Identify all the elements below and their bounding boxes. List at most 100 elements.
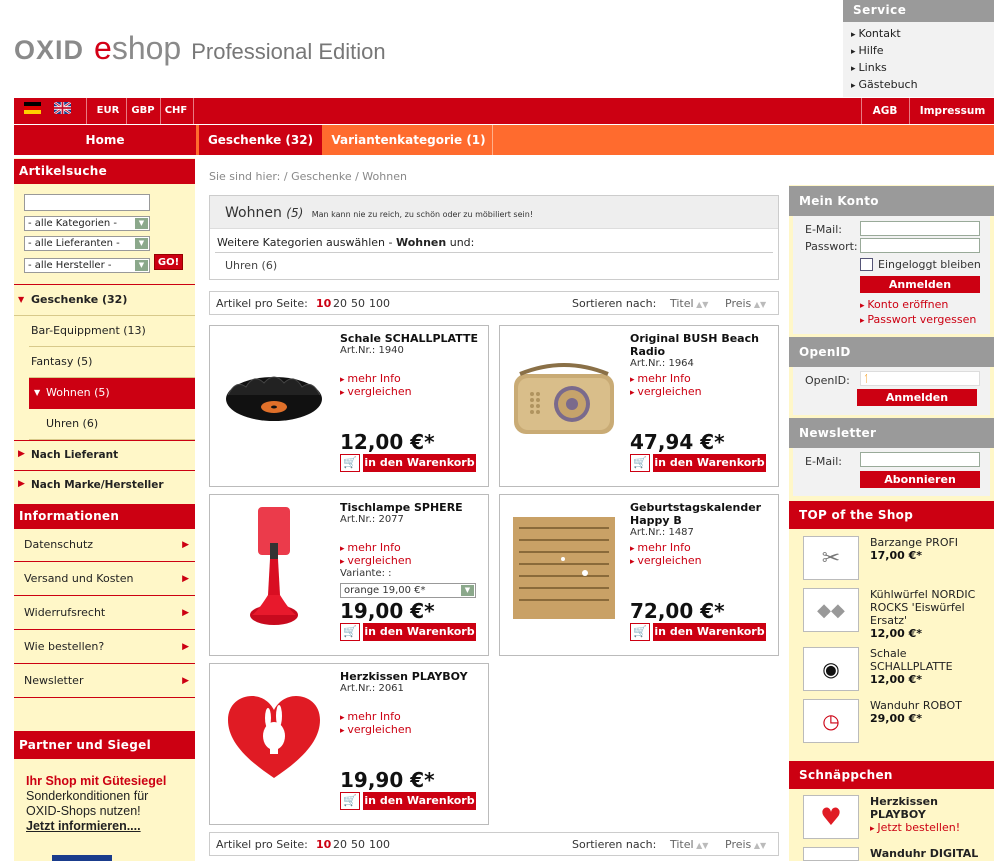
add-to-cart-button[interactable]: in den Warenkorb xyxy=(653,454,766,472)
sort-title[interactable]: Titel ▲▼ xyxy=(670,297,708,310)
product-title[interactable]: Herzkissen PLAYBOY xyxy=(340,670,485,683)
agb-link[interactable]: AGB xyxy=(862,98,908,124)
service-link-gaestebuch[interactable]: Gästebuch xyxy=(851,77,994,94)
german-flag-icon[interactable] xyxy=(24,102,41,114)
more-info-link[interactable]: mehr Info xyxy=(630,541,690,554)
sidebar-cat-bar-equippment[interactable]: Bar-Equippment (13) xyxy=(29,316,195,347)
search-input[interactable] xyxy=(24,194,150,211)
account-password-input[interactable] xyxy=(860,238,980,253)
product-image[interactable] xyxy=(218,503,330,633)
login-button[interactable]: Anmelden xyxy=(860,276,980,293)
cart-icon[interactable]: 🛒 xyxy=(340,623,360,641)
bargain-item-name[interactable]: Herzkissen PLAYBOY xyxy=(870,795,970,821)
account-email-input[interactable] xyxy=(860,221,980,236)
supplier-select[interactable]: - alle Lieferanten - ▼ xyxy=(24,236,150,251)
nav-home[interactable]: Home xyxy=(14,125,196,155)
more-info-link[interactable]: mehr Info xyxy=(340,372,400,385)
partner-link[interactable]: Jetzt informieren.... xyxy=(26,819,166,834)
product-image[interactable] xyxy=(508,334,620,464)
top-item-thumb[interactable]: ◆◆ xyxy=(803,588,859,632)
per-page-50[interactable]: 50 xyxy=(351,838,365,851)
compare-link[interactable]: vergleichen xyxy=(340,385,411,398)
openid-login-button[interactable]: Anmelden xyxy=(857,389,977,406)
info-link-versand[interactable]: Versand und Kosten ▶ xyxy=(14,562,195,596)
top-item-name[interactable]: Schale SCHALLPLATTE xyxy=(870,647,965,673)
category-select[interactable]: - alle Kategorien - ▼ xyxy=(24,216,150,231)
per-page-10[interactable]: 10 xyxy=(316,297,331,310)
variant-select[interactable]: orange 19,00 €* ▼ xyxy=(340,583,476,598)
info-link-newsletter[interactable]: Newsletter ▶ xyxy=(14,664,195,698)
currency-chf[interactable]: CHF xyxy=(162,98,190,124)
info-link-widerrufsrecht[interactable]: Widerrufsrecht ▶ xyxy=(14,596,195,630)
product-title[interactable]: Geburtstagskalender Happy B xyxy=(630,501,775,527)
product-image[interactable] xyxy=(508,503,620,633)
sort-price[interactable]: Preis ▲▼ xyxy=(725,838,766,851)
per-page-50[interactable]: 50 xyxy=(351,297,365,310)
add-to-cart-button[interactable]: in den Warenkorb xyxy=(363,792,476,810)
cart-icon[interactable]: 🛒 xyxy=(630,454,650,472)
product-image[interactable] xyxy=(218,672,330,802)
more-info-link[interactable]: mehr Info xyxy=(340,710,400,723)
product-title[interactable]: Tischlampe SPHERE xyxy=(340,501,485,514)
sort-price[interactable]: Preis ▲▼ xyxy=(725,297,766,310)
sidebar-cat-geschenke[interactable]: ▼ Geschenke (32) xyxy=(14,284,195,316)
top-item-name[interactable]: Barzange PROFI xyxy=(870,536,958,549)
add-to-cart-button[interactable]: in den Warenkorb xyxy=(363,623,476,641)
per-page-100[interactable]: 100 xyxy=(369,838,390,851)
info-link-datenschutz[interactable]: Datenschutz ▶ xyxy=(14,528,195,562)
bargain-item-thumb[interactable]: ♥ xyxy=(803,795,859,839)
per-page-20[interactable]: 20 xyxy=(333,297,347,310)
currency-gbp[interactable]: GBP xyxy=(128,98,158,124)
search-go-button[interactable]: GO! xyxy=(154,254,183,270)
product-title[interactable]: Original BUSH Beach Radio xyxy=(630,332,775,358)
product-title[interactable]: Schale SCHALLPLATTE xyxy=(340,332,485,345)
order-now-link[interactable]: Jetzt bestellen! xyxy=(870,821,960,834)
product-image[interactable] xyxy=(218,334,330,464)
per-page-10[interactable]: 10 xyxy=(316,838,331,851)
compare-link[interactable]: vergleichen xyxy=(340,723,411,736)
sidebar-nach-marke[interactable]: ▶ Nach Marke/Hersteller xyxy=(14,471,195,502)
more-info-link[interactable]: mehr Info xyxy=(340,541,400,554)
sidebar-nach-lieferant[interactable]: ▶ Nach Lieferant xyxy=(14,440,195,471)
bargain-item-name[interactable]: Wanduhr DIGITAL xyxy=(870,847,978,860)
top-item-thumb[interactable]: ◷ xyxy=(803,699,859,743)
sidebar-cat-uhren[interactable]: Uhren (6) xyxy=(29,409,195,440)
service-link-hilfe[interactable]: Hilfe xyxy=(851,43,994,60)
cart-icon[interactable]: 🛒 xyxy=(340,454,360,472)
add-to-cart-button[interactable]: in den Warenkorb xyxy=(653,623,766,641)
manufacturer-select[interactable]: - alle Hersteller - ▼ xyxy=(24,258,150,273)
impressum-link[interactable]: Impressum xyxy=(911,98,994,124)
per-page-100[interactable]: 100 xyxy=(369,297,390,310)
add-to-cart-button[interactable]: in den Warenkorb xyxy=(363,454,476,472)
remember-checkbox[interactable] xyxy=(860,258,873,271)
nav-geschenke[interactable]: Geschenke (32) xyxy=(199,125,322,155)
subcategory-link-uhren[interactable]: Uhren (6) xyxy=(225,259,277,272)
sort-title[interactable]: Titel ▲▼ xyxy=(670,838,708,851)
forgot-password-link[interactable]: Passwort vergessen xyxy=(860,313,976,326)
uk-flag-icon[interactable] xyxy=(54,102,71,114)
openid-input[interactable]: ᛐ xyxy=(860,371,980,386)
nav-variantenkategorie[interactable]: Variantenkategorie (1) xyxy=(325,125,493,155)
cart-icon[interactable]: 🛒 xyxy=(630,623,650,641)
subscribe-button[interactable]: Abonnieren xyxy=(860,471,980,488)
bargain-item-thumb[interactable] xyxy=(803,847,859,861)
top-item-name[interactable]: Kühlwürfel NORDIC ROCKS 'Eiswürfel Ersat… xyxy=(870,588,985,627)
info-link-wie-bestellen[interactable]: Wie bestellen? ▶ xyxy=(14,630,195,664)
more-info-link[interactable]: mehr Info xyxy=(630,372,690,385)
compare-link[interactable]: vergleichen xyxy=(630,385,701,398)
sidebar-cat-fantasy[interactable]: Fantasy (5) xyxy=(29,347,195,378)
top-item-thumb[interactable]: ✂ xyxy=(803,536,859,580)
top-item-thumb[interactable]: ◉ xyxy=(803,647,859,691)
per-page-20[interactable]: 20 xyxy=(333,838,347,851)
newsletter-email-input[interactable] xyxy=(860,452,980,467)
cart-icon[interactable]: 🛒 xyxy=(340,792,360,810)
currency-eur[interactable]: EUR xyxy=(94,98,122,124)
register-link[interactable]: Konto eröffnen xyxy=(860,298,948,311)
service-link-links[interactable]: Links xyxy=(851,60,994,77)
top-item-name[interactable]: Wanduhr ROBOT xyxy=(870,699,962,712)
compare-link[interactable]: vergleichen xyxy=(340,554,411,567)
service-link-kontakt[interactable]: Kontakt xyxy=(851,26,994,43)
sidebar-cat-wohnen[interactable]: ▼ Wohnen (5) xyxy=(29,378,195,409)
compare-link[interactable]: vergleichen xyxy=(630,554,701,567)
shop-logo[interactable]: OXID e shop Professional Edition xyxy=(14,30,386,66)
